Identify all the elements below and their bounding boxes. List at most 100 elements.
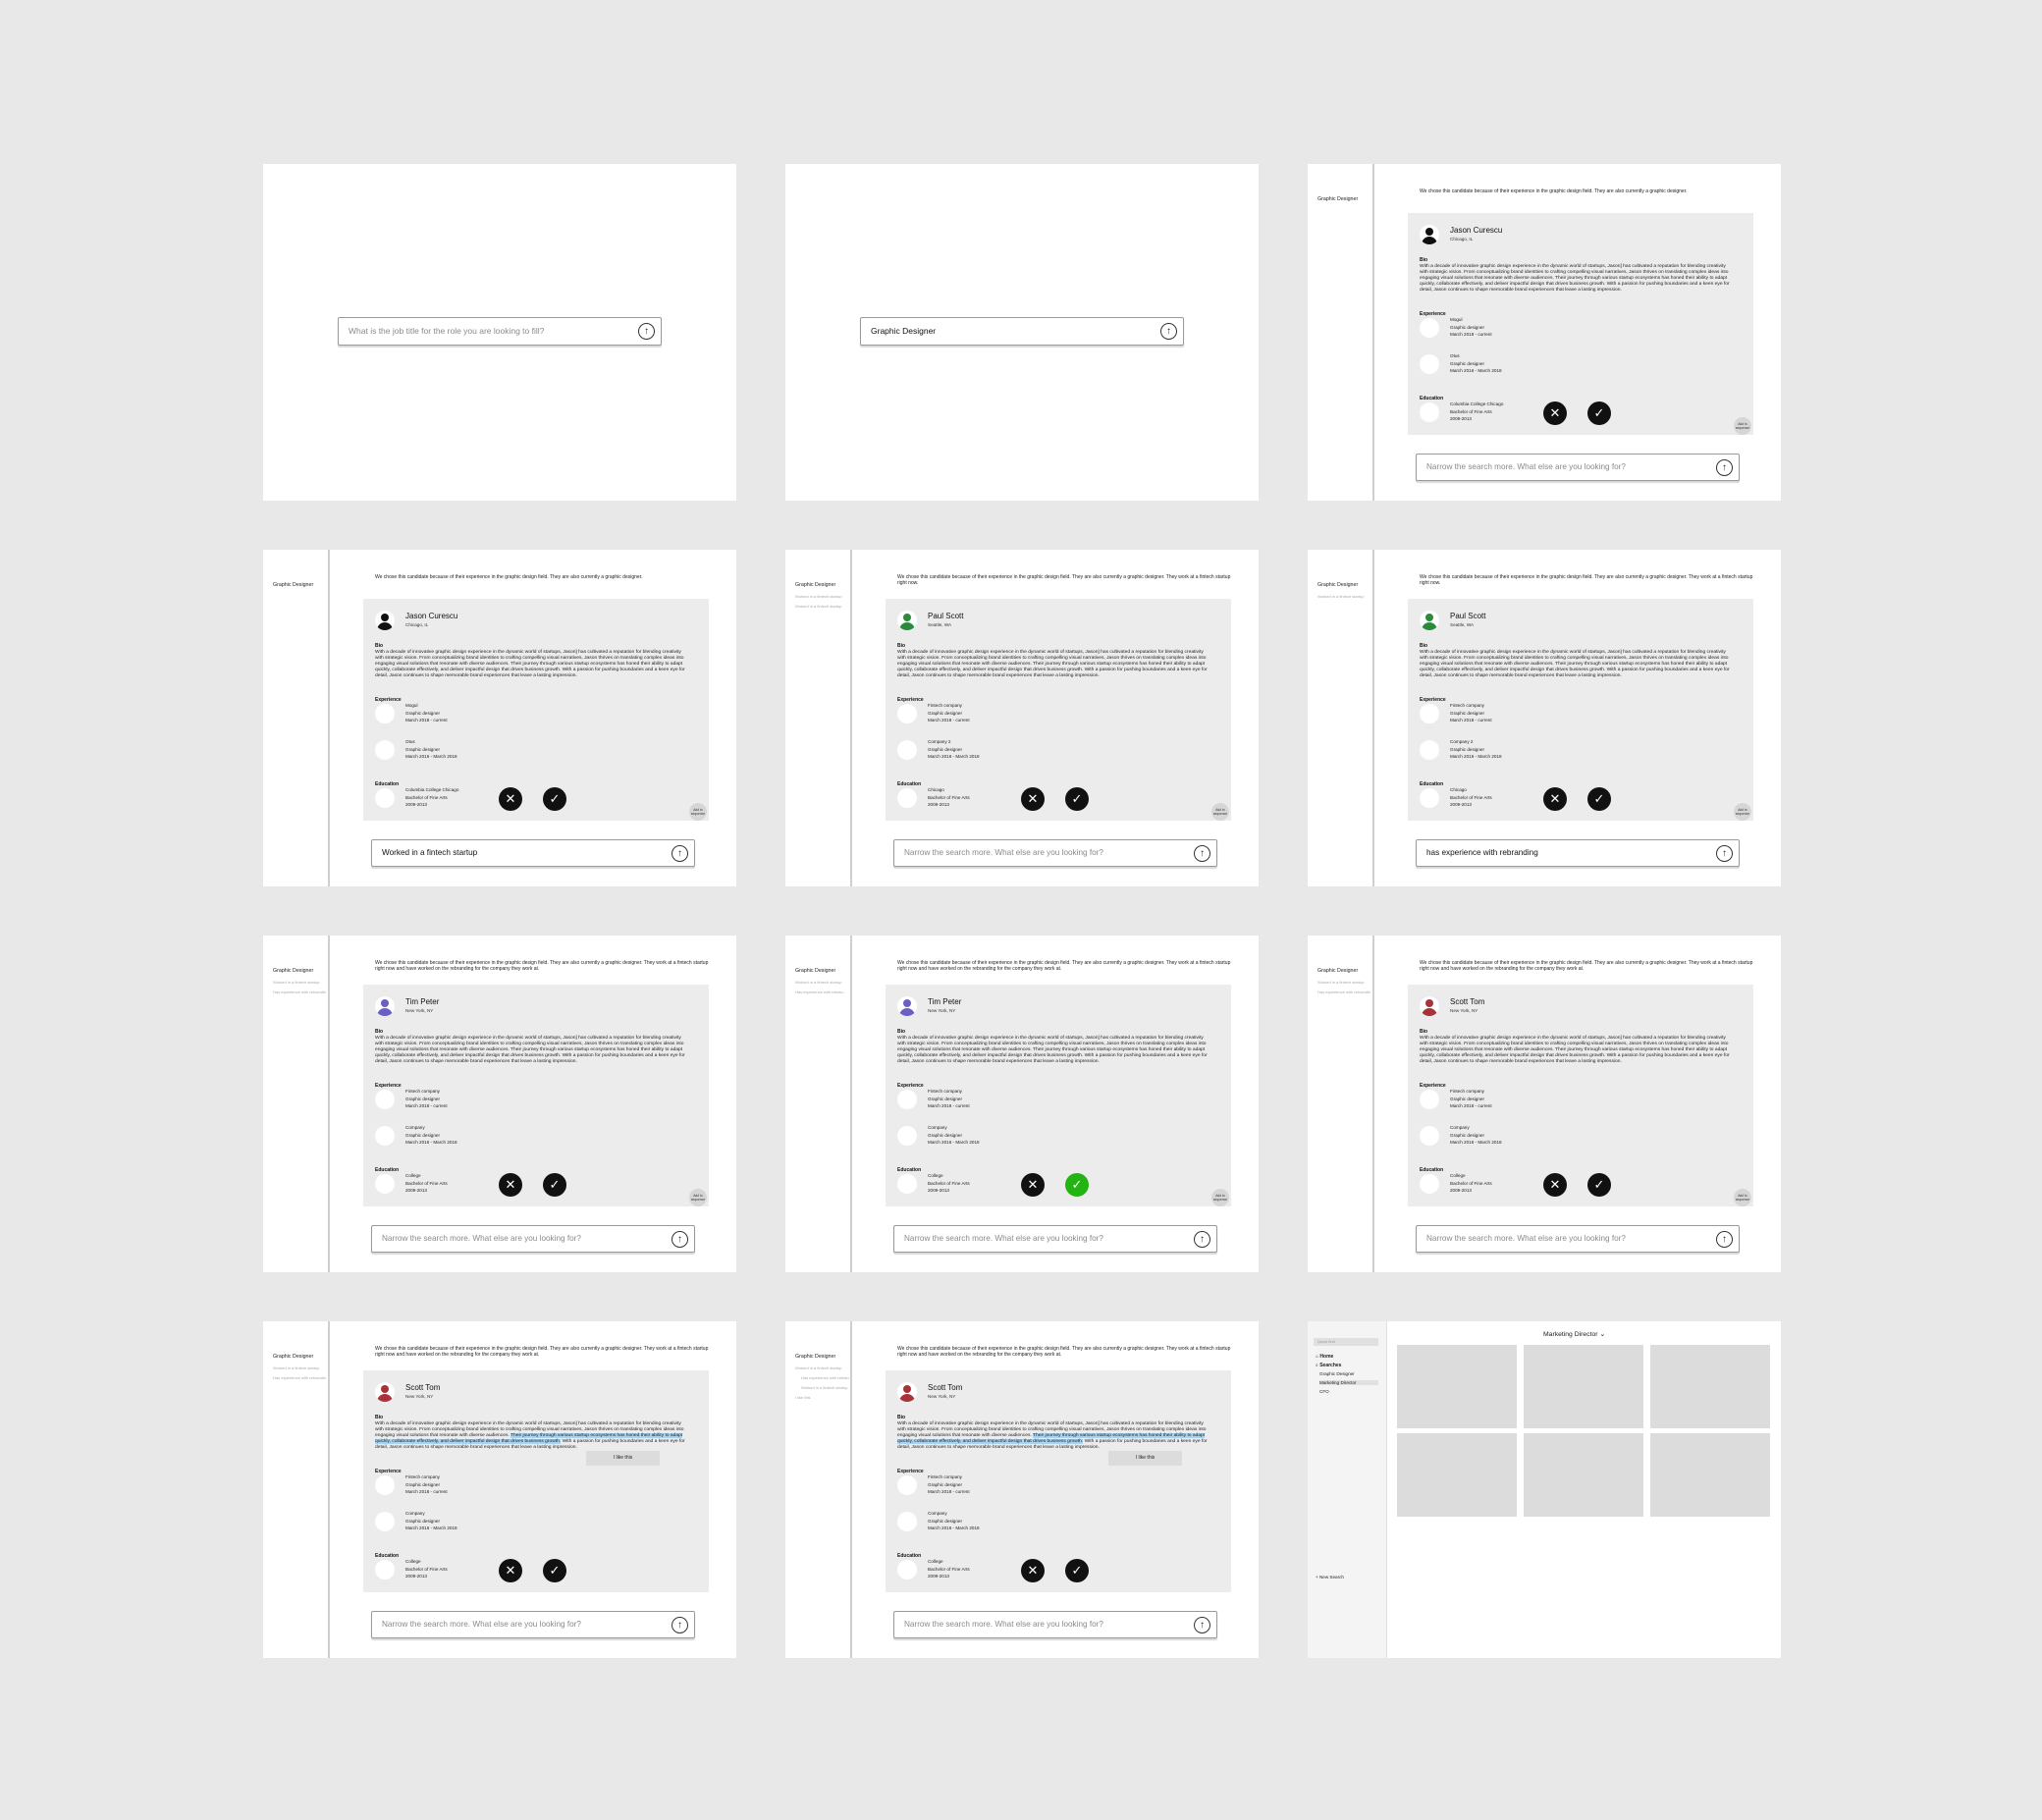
sidebar-search-title[interactable]: Graphic Designer: [273, 582, 313, 588]
sidebar-refinement-item[interactable]: Has experience with rebranding: [273, 990, 326, 994]
narrow-search-input[interactable]: Worked in a fintech startup ↑: [371, 839, 695, 867]
sidebar-refinement-item[interactable]: Worked in a fintech startup: [801, 1385, 854, 1390]
add-to-sequence-button[interactable]: Add to sequence: [689, 803, 707, 821]
narrow-search-input[interactable]: Narrow the search more. What else are yo…: [1416, 1225, 1740, 1253]
search-sidebar: Graphic Designer Worked in a fintech sta…: [785, 550, 852, 886]
page-title[interactable]: Marketing Director ⌄: [1543, 1330, 1605, 1338]
accept-button[interactable]: ✓: [1587, 1173, 1611, 1197]
search-item-graphic-designer[interactable]: Graphic Designer: [1319, 1371, 1355, 1376]
add-to-sequence-button[interactable]: Add to sequence: [1211, 803, 1229, 821]
accept-button[interactable]: ✓: [1065, 1559, 1089, 1582]
result-tile[interactable]: [1650, 1433, 1770, 1517]
experience-item-2: Company 2 Graphic designer March 2016 - Ma…: [1450, 739, 1502, 759]
send-icon[interactable]: ↑: [1194, 845, 1210, 862]
add-to-sequence-button[interactable]: Add to sequence: [1211, 1189, 1229, 1206]
reject-button[interactable]: ✕: [499, 1173, 522, 1197]
reject-button[interactable]: ✕: [1021, 787, 1045, 811]
sidebar-refinement-item[interactable]: I like this: [795, 1395, 848, 1400]
send-icon[interactable]: ↑: [672, 1231, 688, 1248]
accept-button[interactable]: ✓: [1065, 1173, 1089, 1197]
nav-searches[interactable]: ⌕ Searches: [1316, 1363, 1341, 1368]
sidebar-search-title[interactable]: Graphic Designer: [273, 968, 313, 974]
nav-home[interactable]: ⌂ Home: [1316, 1354, 1333, 1360]
send-icon[interactable]: ↑: [1160, 323, 1177, 340]
bio-text: With a decade of innovative graphic desi…: [897, 1036, 1208, 1064]
feedback-tooltip[interactable]: I like this: [586, 1451, 660, 1466]
send-icon[interactable]: ↑: [1194, 1231, 1210, 1248]
sidebar-search-title[interactable]: Graphic Designer: [795, 968, 835, 974]
accept-button[interactable]: ✓: [543, 1559, 566, 1582]
sidebar-search-title[interactable]: Graphic Designer: [795, 1354, 835, 1360]
sidebar-refinement-item[interactable]: Has experience with rebranding: [1317, 990, 1370, 994]
send-icon[interactable]: ↑: [672, 1617, 688, 1633]
sidebar-search-title[interactable]: Graphic Designer: [1317, 196, 1358, 202]
reject-button[interactable]: ✕: [499, 1559, 522, 1582]
reject-button[interactable]: ✕: [1021, 1559, 1045, 1582]
reject-button[interactable]: ✕: [1543, 1173, 1567, 1197]
sidebar-refinement-item[interactable]: Worked in a fintech startup: [1317, 980, 1370, 985]
narrow-search-input[interactable]: has experience with rebranding ↑: [1416, 839, 1740, 867]
sidebar-search-title[interactable]: Graphic Designer: [1317, 968, 1358, 974]
feedback-tooltip[interactable]: I like this: [1108, 1451, 1182, 1466]
education-item: Chicago Bachelor of Fine Arts 2009-2013: [1450, 787, 1492, 807]
school-logo: [897, 1174, 917, 1194]
result-tile[interactable]: [1397, 1345, 1517, 1428]
candidate-name: Scott Tom: [405, 1383, 441, 1392]
frame-result-4: Graphic Designer Worked in a fintech sta…: [1308, 550, 1781, 886]
send-icon[interactable]: ↑: [1716, 845, 1733, 862]
narrow-search-input[interactable]: Narrow the search more. What else are yo…: [371, 1611, 695, 1638]
reject-button[interactable]: ✕: [499, 787, 522, 811]
send-icon[interactable]: ↑: [1194, 1617, 1210, 1633]
sidebar-search-title[interactable]: Graphic Designer: [1317, 582, 1358, 588]
accept-button[interactable]: ✓: [1065, 787, 1089, 811]
add-to-sequence-button[interactable]: Add to sequence: [1734, 803, 1751, 821]
sidebar-refinement-item[interactable]: Has experience with rebran...: [795, 990, 848, 994]
education-item: Chicago Bachelor of Fine Arts 2009-2013: [928, 787, 970, 807]
search-item-marketing-director[interactable]: Marketing Director: [1319, 1380, 1378, 1385]
reject-button[interactable]: ✕: [1543, 401, 1567, 425]
result-tile[interactable]: [1524, 1345, 1643, 1428]
result-tile[interactable]: [1397, 1433, 1517, 1517]
new-search-button[interactable]: + New Search: [1316, 1575, 1344, 1579]
sidebar-refinement-item[interactable]: Worked in a fintech startup: [795, 980, 848, 985]
send-icon[interactable]: ↑: [1716, 459, 1733, 476]
accept-button[interactable]: ✓: [543, 1173, 566, 1197]
sidebar-refinement-item[interactable]: Worked in a fintech startup: [795, 604, 848, 609]
sidebar-search-title[interactable]: Graphic Designer: [795, 582, 835, 588]
reject-button[interactable]: ✕: [1543, 787, 1567, 811]
quick-find-input[interactable]: Quick find: [1314, 1338, 1378, 1346]
narrow-search-input[interactable]: Narrow the search more. What else are yo…: [893, 1611, 1217, 1638]
add-to-sequence-button[interactable]: Add to sequence: [1734, 417, 1751, 435]
search-item-cfo[interactable]: CFO: [1319, 1389, 1329, 1394]
result-tile[interactable]: [1650, 1345, 1770, 1428]
narrow-search-input[interactable]: Narrow the search more. What else are yo…: [893, 1225, 1217, 1253]
result-tile[interactable]: [1524, 1433, 1643, 1517]
accept-button[interactable]: ✓: [1587, 401, 1611, 425]
sidebar-refinement-item[interactable]: Worked in a fintech startup: [273, 980, 326, 985]
accept-button[interactable]: ✓: [543, 787, 566, 811]
sidebar-refinement-item[interactable]: Worked in a fintech startup: [1317, 594, 1370, 599]
send-icon[interactable]: ↑: [672, 845, 688, 862]
company-logo: [1420, 354, 1439, 374]
sidebar-refinement-item[interactable]: Worked in a fintech startup: [273, 1365, 326, 1370]
add-to-sequence-button[interactable]: Add to sequence: [1734, 1189, 1751, 1206]
narrow-search-input[interactable]: Narrow the search more. What else are yo…: [893, 839, 1217, 867]
sidebar-refinement-item[interactable]: Worked in a fintech startup: [795, 1365, 848, 1370]
sidebar-refinement-item[interactable]: Has experience with rebran...: [801, 1375, 854, 1380]
accept-button[interactable]: ✓: [1587, 787, 1611, 811]
sidebar-search-title[interactable]: Graphic Designer: [273, 1354, 313, 1360]
experience-item-1: Fintech company Graphic designer March 201…: [928, 1474, 970, 1494]
sidebar-refinement-item[interactable]: Has experience with rebranding: [273, 1375, 326, 1380]
home-icon: ⌂: [1316, 1354, 1319, 1360]
job-title-input[interactable]: Graphic Designer ↑: [860, 317, 1184, 346]
reject-button[interactable]: ✕: [1021, 1173, 1045, 1197]
sidebar-refinement-item[interactable]: Worked in a fintech startup: [795, 594, 848, 599]
add-to-sequence-button[interactable]: Add to sequence: [689, 1189, 707, 1206]
school-logo: [375, 1560, 395, 1579]
candidate-location: New York, NY: [405, 1394, 434, 1399]
narrow-search-input[interactable]: Narrow the search more. What else are yo…: [371, 1225, 695, 1253]
send-icon[interactable]: ↑: [1716, 1231, 1733, 1248]
job-title-input[interactable]: What is the job title for the role you a…: [338, 317, 662, 346]
send-icon[interactable]: ↑: [638, 323, 655, 340]
narrow-search-input[interactable]: Narrow the search more. What else are yo…: [1416, 454, 1740, 481]
